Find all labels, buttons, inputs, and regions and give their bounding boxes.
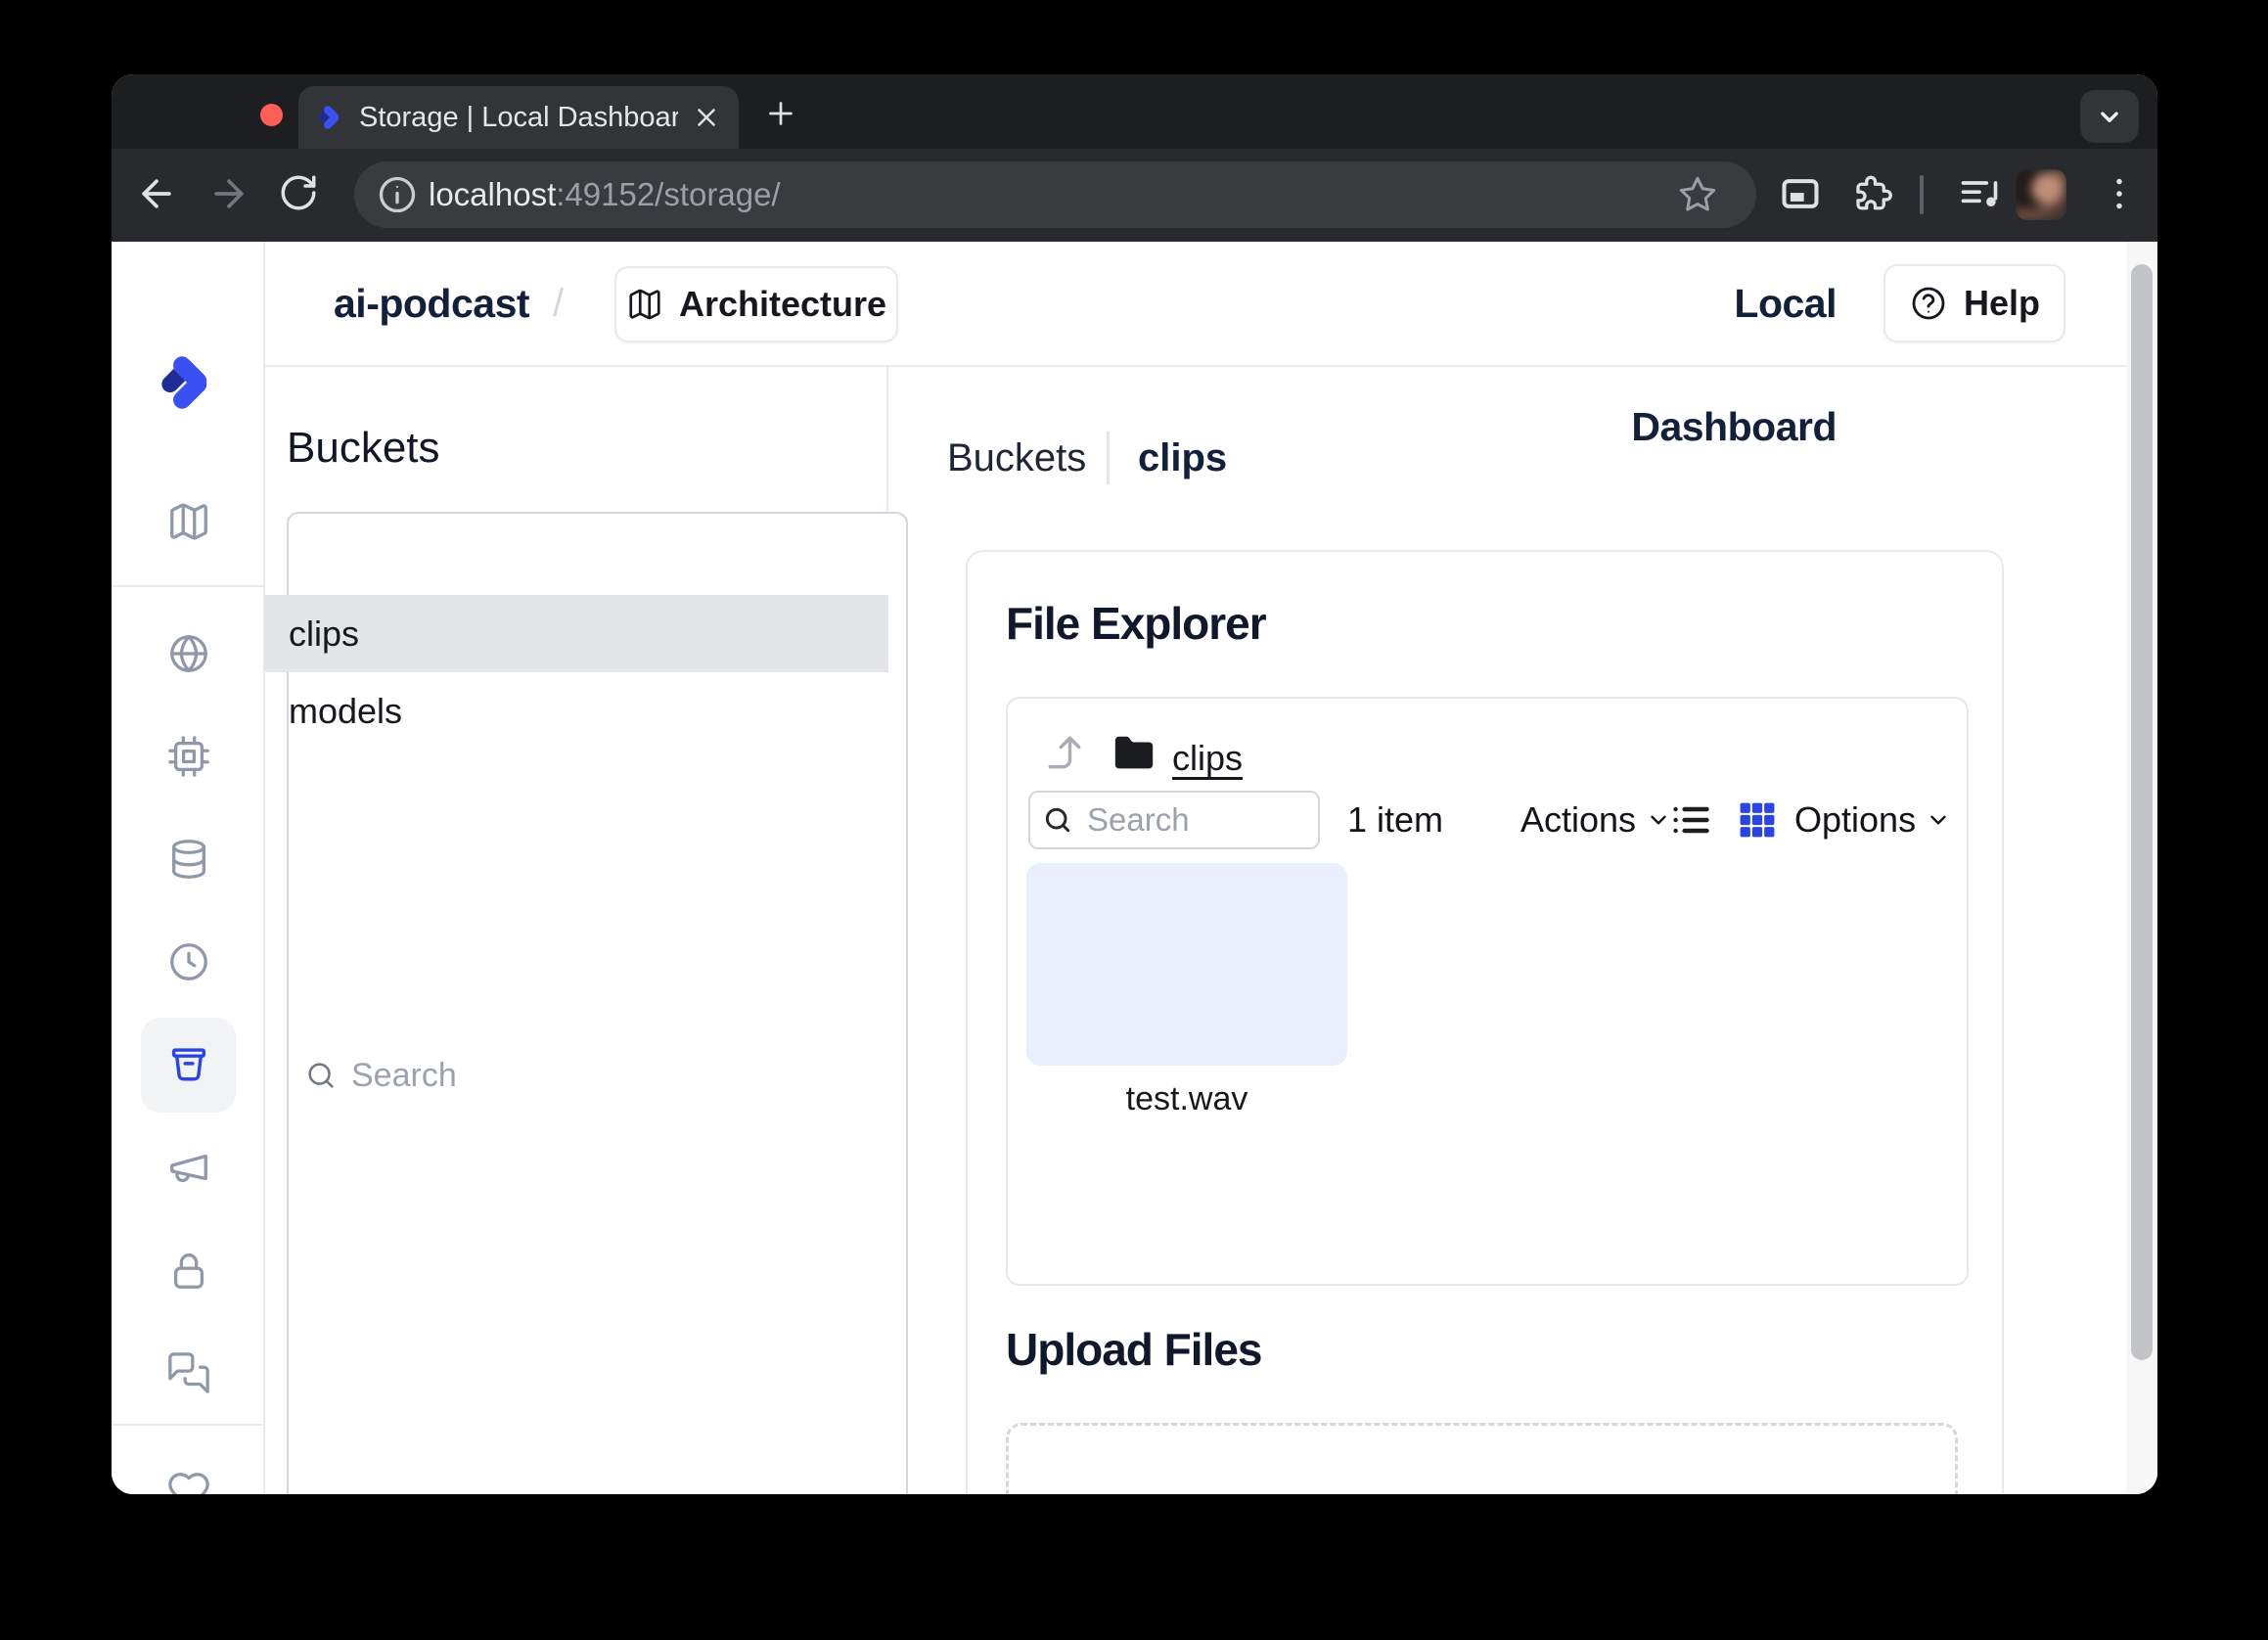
tab-close-icon[interactable] — [692, 103, 721, 132]
buckets-panel-title: Buckets — [287, 424, 440, 473]
browser-window: Storage | Local Dashboard | N localhost:… — [112, 74, 2157, 1494]
rail-divider — [112, 1424, 265, 1426]
media-controls-icon[interactable] — [1958, 172, 2001, 220]
current-folder-link[interactable]: clips — [1172, 738, 1243, 779]
help-circle-icon — [1909, 284, 1948, 323]
file-tile[interactable] — [1026, 863, 1347, 1066]
traffic-close-button[interactable] — [260, 104, 283, 126]
url-text: localhost:49152/storage/ — [429, 161, 781, 228]
dashboard-page: ai-podcast / Architecture Local Dashboar… — [112, 242, 2157, 1494]
options-dropdown[interactable]: Options — [1794, 792, 1951, 848]
nav-topics-megaphone-icon[interactable] — [112, 1120, 265, 1214]
bucket-item-label: clips — [289, 614, 359, 655]
actions-label: Actions — [1520, 799, 1636, 841]
actions-dropdown[interactable]: Actions — [1520, 792, 1671, 848]
nav-schedules-clock-icon[interactable] — [112, 915, 265, 1009]
extensions-puzzle-icon[interactable] — [1851, 172, 1892, 218]
file-name: test.wav — [1026, 1080, 1347, 1118]
nitric-logo — [112, 336, 265, 430]
bucket-list-item-models[interactable]: models — [265, 672, 888, 750]
help-button[interactable]: Help — [1883, 264, 2065, 342]
rail-divider — [112, 585, 265, 587]
item-count: 1 item — [1347, 792, 1443, 848]
toolbar-divider — [1920, 175, 1924, 214]
avatar-image — [2016, 169, 2066, 220]
architecture-button[interactable]: Architecture — [614, 266, 898, 342]
nav-feedback-heart-icon[interactable] — [112, 1444, 265, 1494]
map-icon — [626, 286, 663, 323]
reload-button[interactable] — [278, 172, 319, 218]
forward-button[interactable] — [207, 172, 250, 220]
upload-files-title: Upload Files — [1006, 1323, 1261, 1376]
tab-favicon-logo — [316, 103, 345, 132]
file-explorer-card: File Explorer clips 1 item Action — [966, 550, 2004, 1494]
chevron-down-icon — [1646, 807, 1671, 833]
site-info-icon[interactable] — [376, 173, 419, 216]
breadcrumb-buckets[interactable]: Buckets — [947, 424, 1086, 492]
bookmark-star-icon[interactable] — [1678, 175, 1717, 219]
tab-title: Storage | Local Dashboard | N — [359, 102, 678, 134]
buckets-panel: Buckets clips models — [265, 367, 888, 1494]
nav-websockets-chat-icon[interactable] — [112, 1326, 265, 1420]
search-icon — [1042, 804, 1073, 836]
nav-architecture-map-icon[interactable] — [112, 475, 265, 569]
environment-label: Local Dashboard — [1590, 242, 1837, 365]
nav-databases-icon[interactable] — [112, 812, 265, 906]
grid-view-icon[interactable] — [1736, 798, 1779, 842]
browser-tab[interactable]: Storage | Local Dashboard | N — [298, 86, 739, 149]
tab-search-chevron-button[interactable] — [2080, 90, 2139, 143]
architecture-button-label: Architecture — [679, 284, 886, 325]
side-panel-icon[interactable] — [1779, 172, 1822, 220]
file-browser: clips 1 item Actions — [1006, 697, 1969, 1286]
bucket-list-item-clips[interactable]: clips — [265, 595, 888, 672]
upload-dropzone[interactable] — [1006, 1423, 1958, 1494]
new-tab-button[interactable] — [763, 96, 798, 136]
file-search — [1028, 791, 1320, 849]
folder-up-icon[interactable] — [1043, 731, 1086, 779]
search-icon — [304, 1059, 338, 1092]
app-header: ai-podcast / Architecture Local Dashboar… — [265, 242, 2157, 367]
help-button-label: Help — [1964, 283, 2040, 324]
breadcrumb-current: clips — [1138, 424, 1227, 492]
options-label: Options — [1794, 799, 1916, 841]
chevron-down-icon — [1926, 807, 1951, 833]
nav-services-cpu-icon[interactable] — [112, 709, 265, 803]
bucket-item-label: models — [289, 691, 402, 732]
profile-avatar[interactable] — [2016, 169, 2066, 220]
nav-storage-bucket-icon[interactable] — [112, 1018, 265, 1112]
file-explorer-title: File Explorer — [1006, 597, 1266, 650]
browser-tab-strip: Storage | Local Dashboard | N — [112, 74, 2157, 149]
back-button[interactable] — [135, 172, 178, 220]
header-separator: / — [553, 242, 564, 365]
nav-apis-globe-icon[interactable] — [112, 607, 265, 701]
url-bar[interactable]: localhost:49152/storage/ — [354, 161, 1756, 228]
page-scrollbar[interactable] — [2126, 242, 2157, 1494]
scrollbar-thumb[interactable] — [2131, 264, 2153, 1360]
list-view-icon[interactable] — [1669, 798, 1712, 842]
nav-secrets-lock-icon[interactable] — [112, 1223, 265, 1317]
nav-rail — [112, 242, 265, 1494]
folder-icon — [1111, 731, 1157, 781]
breadcrumb-divider — [1107, 432, 1110, 484]
browser-menu-dots-icon[interactable] — [2098, 172, 2141, 220]
project-name: ai-podcast — [334, 242, 529, 365]
